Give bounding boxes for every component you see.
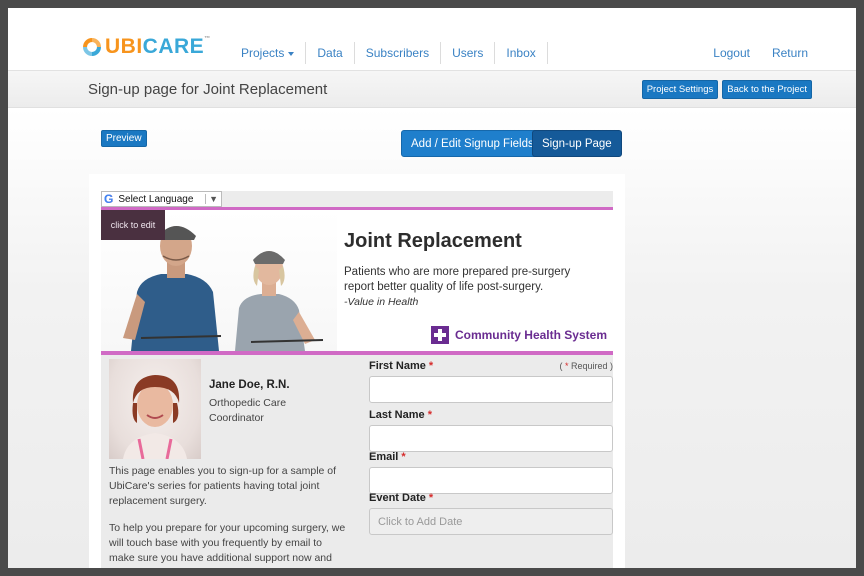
- medical-cross-icon: [430, 326, 449, 344]
- ubicare-logo[interactable]: UBICARE™: [82, 36, 211, 57]
- last-name-label: Last Name *: [369, 409, 432, 421]
- coordinator-photo: [109, 359, 201, 459]
- main-nav: Projects Data Subscribers Users Inbox: [230, 42, 548, 64]
- nav-users[interactable]: Users: [441, 42, 496, 64]
- preview-button[interactable]: Preview: [101, 130, 147, 147]
- logout-link[interactable]: Logout: [713, 42, 750, 64]
- first-name-label: First Name *: [369, 360, 434, 372]
- browser-viewport: UBICARE™ Projects Data Subscribers Users…: [8, 8, 856, 568]
- language-bar: G Select Language ▼: [101, 191, 613, 207]
- project-settings-button[interactable]: Project Settings: [641, 80, 719, 99]
- click-to-edit-button[interactable]: click to edit: [101, 210, 165, 240]
- community-health-system-logo: Community Health System: [430, 326, 607, 344]
- signup-page-preview: G Select Language ▼ click to edit Joint …: [89, 174, 625, 568]
- google-icon: G: [104, 192, 114, 206]
- caret-down-icon: [288, 51, 295, 56]
- nav-projects[interactable]: Projects: [230, 42, 307, 64]
- nav-subscribers[interactable]: Subscribers: [355, 42, 442, 64]
- return-link[interactable]: Return: [772, 42, 808, 64]
- description-line: will touch base with you frequently by e…: [109, 537, 323, 549]
- event-date-input[interactable]: [369, 508, 613, 535]
- banner-title: Joint Replacement: [344, 230, 522, 252]
- coordinator-portrait: [123, 375, 187, 459]
- description-line: replacement surgery.: [109, 495, 207, 507]
- first-name-input[interactable]: [369, 376, 613, 403]
- cyclists-photo: click to edit: [101, 210, 337, 351]
- nav-inbox[interactable]: Inbox: [495, 42, 548, 64]
- dropdown-arrow-icon: ▼: [205, 194, 221, 204]
- coordinator-role-line-1: Orthopedic Care: [209, 397, 287, 409]
- description-line: To help you prepare for your upcoming su…: [109, 522, 346, 534]
- header-actions: Project Settings Back to the Project: [638, 80, 812, 99]
- page-header-bar: Sign-up page for Joint Replacement Proje…: [8, 70, 856, 108]
- coordinator-name: Jane Doe, R.N.: [209, 379, 290, 391]
- signup-page-button[interactable]: Sign-up Page: [532, 130, 622, 157]
- description-line: This page enables you to sign-up for a s…: [109, 465, 337, 477]
- nav-data[interactable]: Data: [306, 42, 355, 64]
- organization-name: Community Health System: [454, 328, 607, 342]
- description-line: make sure you have additional support no…: [109, 552, 332, 564]
- email-label: Email *: [369, 451, 406, 463]
- required-note: ( * Required ): [559, 361, 613, 371]
- account-links: Logout Return: [691, 42, 808, 64]
- top-navbar: UBICARE™ Projects Data Subscribers Users…: [8, 8, 856, 70]
- coordinator-role-line-2: Coordinator: [209, 412, 264, 424]
- ubicare-logo-icon: [83, 37, 101, 56]
- signup-banner: click to edit Joint Replacement Patients…: [101, 207, 613, 355]
- banner-quote-source: -Value in Health: [344, 296, 419, 308]
- banner-text-line-2: report better quality of life post-surge…: [344, 281, 544, 293]
- event-date-label: Event Date *: [369, 492, 434, 504]
- email-input[interactable]: [369, 467, 613, 494]
- back-to-project-button[interactable]: Back to the Project: [722, 80, 812, 99]
- banner-text-line-1: Patients who are more prepared pre-surge…: [344, 266, 571, 278]
- add-edit-signup-fields-button[interactable]: Add / Edit Signup Fields: [401, 130, 544, 157]
- signup-lower-section: Jane Doe, R.N. Orthopedic Care Coordinat…: [101, 355, 613, 568]
- page-title: Sign-up page for Joint Replacement: [88, 81, 328, 98]
- last-name-input[interactable]: [369, 425, 613, 452]
- language-select[interactable]: G Select Language ▼: [101, 191, 222, 207]
- ubicare-logo-text: UBICARE™: [105, 35, 211, 58]
- language-select-label: Select Language: [118, 193, 194, 205]
- description-line: UbiCare's series for patients having tot…: [109, 480, 320, 492]
- main-content: Preview Add / Edit Signup Fields Sign-up…: [8, 108, 856, 568]
